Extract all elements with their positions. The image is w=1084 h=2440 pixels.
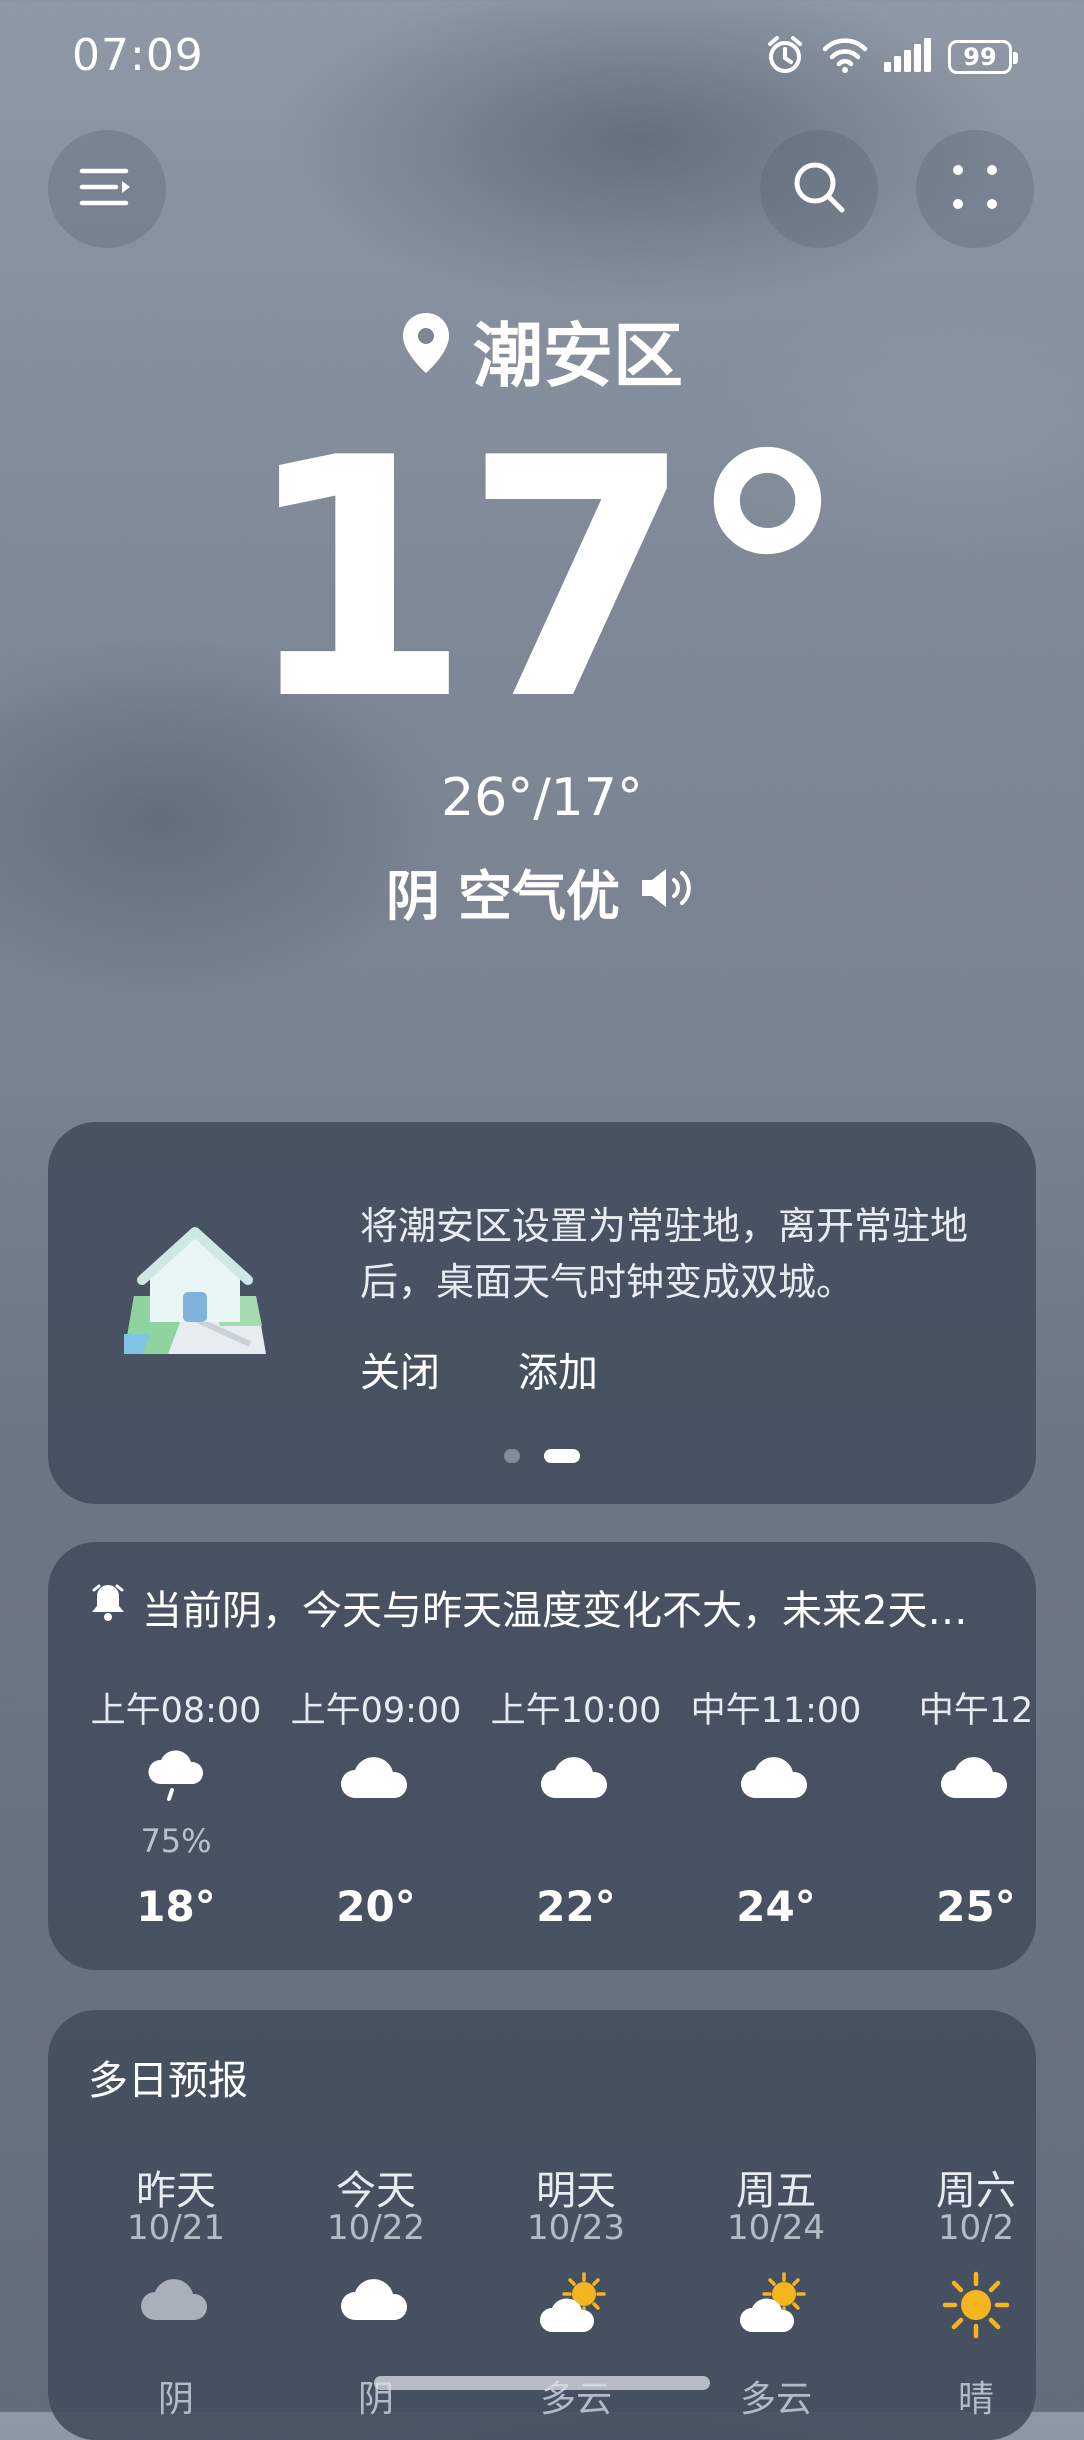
day-date: 10/21 xyxy=(127,2208,225,2248)
day-condition: 阴 xyxy=(157,2379,194,2420)
more-button[interactable] xyxy=(916,130,1034,248)
cloud-icon xyxy=(476,1748,676,1802)
status-icons: 99 xyxy=(764,34,1018,80)
condition-line: 阴 空气优 xyxy=(0,852,1084,931)
weather-alert-row[interactable]: 当前阴，今天与昨天温度变化不大，未来2天… xyxy=(90,1578,1010,1636)
home-map-icon xyxy=(120,1226,270,1370)
alert-text: 当前阴，今天与昨天温度变化不大，未来2天… xyxy=(142,1588,968,1634)
cloud-grey-icon xyxy=(76,2270,276,2324)
hour-temp: 22° xyxy=(536,1882,616,1931)
hour-time: 中午12 xyxy=(918,1691,1034,1731)
partly-sunny-icon xyxy=(476,2270,676,2336)
menu-icon xyxy=(78,165,136,213)
status-time: 07:09 xyxy=(72,30,204,81)
dots-grid-icon xyxy=(950,162,1000,216)
condition-text: 阴 xyxy=(386,865,440,928)
daily-title: 多日预报 xyxy=(88,2058,248,2104)
cloud-icon xyxy=(676,1748,876,1802)
hour-temp: 20° xyxy=(336,1882,416,1931)
hourly-forecast-card[interactable]: 当前阴，今天与昨天温度变化不大，未来2天… 上午08:00 75% 18° 上午… xyxy=(48,1542,1036,1970)
search-icon xyxy=(790,158,848,220)
hour-time: 上午08:00 xyxy=(90,1691,262,1731)
current-temperature: 17° xyxy=(241,388,850,772)
page-indicator-dot xyxy=(504,1449,520,1463)
cloud-icon xyxy=(876,1748,1036,1802)
cloud-icon xyxy=(276,2270,476,2324)
hour-temp: 25° xyxy=(936,1882,1016,1931)
search-button[interactable] xyxy=(760,130,878,248)
signal-icon xyxy=(884,38,932,76)
alarm-icon xyxy=(764,34,806,80)
wifi-icon xyxy=(822,36,868,78)
battery-icon: 99 xyxy=(948,40,1018,74)
speaker-icon[interactable] xyxy=(638,860,698,923)
day-condition: 晴 xyxy=(957,2379,994,2420)
day-date: 10/22 xyxy=(327,2208,425,2248)
page-indicator-dot-active xyxy=(544,1449,580,1463)
day-date: 10/24 xyxy=(727,2208,825,2248)
location-pin-icon xyxy=(401,310,451,392)
promo-text: 将潮安区设置为常驻地，离开常驻地后，桌面天气时钟变成双城。 xyxy=(360,1204,969,1304)
hour-time: 上午10:00 xyxy=(490,1691,662,1731)
location-header[interactable]: 潮安区 xyxy=(0,300,1084,401)
location-name: 潮安区 xyxy=(473,315,683,397)
cloud-rain-icon xyxy=(76,1748,276,1802)
hour-time: 上午09:00 xyxy=(290,1691,462,1731)
bell-icon xyxy=(90,1582,126,1632)
home-indicator[interactable] xyxy=(374,2376,710,2390)
hour-time: 中午11:00 xyxy=(690,1691,862,1731)
menu-button[interactable] xyxy=(48,130,166,248)
partly-sunny-icon xyxy=(676,2270,876,2336)
day-date: 10/23 xyxy=(527,2208,625,2248)
sun-icon xyxy=(876,2270,1036,2340)
promo-card: 将潮安区设置为常驻地，离开常驻地后，桌面天气时钟变成双城。 关闭 添加 xyxy=(48,1122,1036,1504)
close-button[interactable]: 关闭 xyxy=(360,1340,440,1398)
hour-temp: 24° xyxy=(736,1882,816,1931)
hour-temp: 18° xyxy=(136,1882,216,1931)
cloud-icon xyxy=(276,1748,476,1802)
day-date: 10/2 xyxy=(937,2208,1015,2248)
air-quality-text[interactable]: 空气优 xyxy=(458,852,620,931)
temperature-range: 26°/17° xyxy=(441,768,643,828)
hour-precipitation: 75% xyxy=(140,1822,212,1860)
add-button[interactable]: 添加 xyxy=(518,1340,598,1398)
